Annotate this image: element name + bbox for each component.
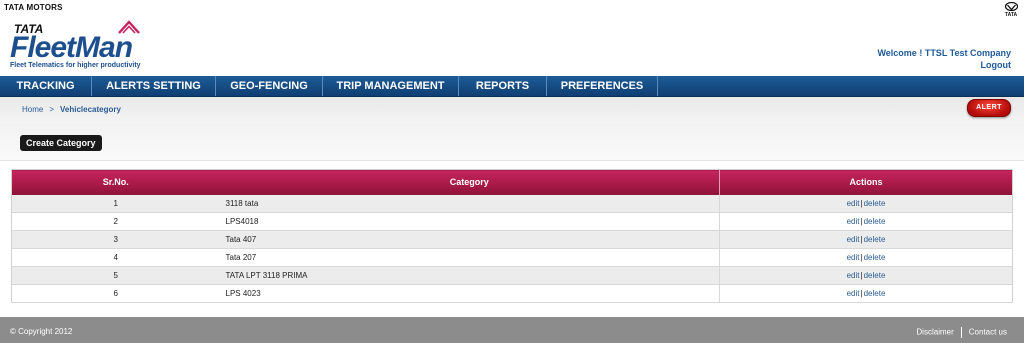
cell-actions: edit|delete	[719, 266, 1013, 285]
cell-category: TATA LPT 3118 PRIMA	[219, 266, 720, 285]
user-welcome: Welcome ! TTSL Test Company Logout	[877, 47, 1011, 71]
logo-fleetman-text: FleetMan	[10, 31, 133, 64]
cell-actions: edit|delete	[719, 230, 1013, 249]
fleetman-logo[interactable]: TATA FleetMan Fleet Telematics for highe…	[8, 20, 148, 72]
breadcrumb-home[interactable]: Home	[22, 105, 43, 114]
tata-emblem-icon	[1004, 2, 1018, 11]
delete-link[interactable]: delete	[864, 271, 886, 280]
cell-category: Tata 207	[219, 248, 720, 267]
cell-srno: 5	[11, 266, 220, 285]
top-header: TATA MOTORS TATA TATA FleetMan Fleet Tel…	[0, 0, 1024, 76]
footer-divider	[960, 327, 962, 338]
cell-category: Tata 407	[219, 230, 720, 249]
main-nav: TRACKING ALERTS SETTING GEO-FENCING TRIP…	[0, 76, 1024, 97]
table-header-row: Sr.No. Category Actions	[11, 169, 1013, 195]
nav-trip-management[interactable]: TRIP MANAGEMENT	[323, 76, 459, 96]
table-row: 5 TATA LPT 3118 PRIMA edit|delete	[11, 266, 1013, 285]
edit-link[interactable]: edit	[847, 217, 860, 226]
table-row: 3 Tata 407 edit|delete	[11, 230, 1013, 249]
category-table-wrap: Sr.No. Category Actions 1 3118 tata edit…	[11, 169, 1013, 303]
nav-reports[interactable]: REPORTS	[459, 76, 547, 96]
tata-corner-label: TATA	[1004, 12, 1018, 18]
cell-category: LPS4018	[219, 212, 720, 231]
col-header-srno: Sr.No.	[11, 169, 220, 195]
col-header-actions: Actions	[719, 169, 1013, 195]
cell-actions: edit|delete	[719, 284, 1013, 303]
cell-category: 3118 tata	[219, 194, 720, 213]
edit-link[interactable]: edit	[847, 235, 860, 244]
cell-actions: edit|delete	[719, 212, 1013, 231]
nav-geo-fencing[interactable]: GEO-FENCING	[216, 76, 323, 96]
edit-link[interactable]: edit	[847, 253, 860, 262]
cell-actions: edit|delete	[719, 194, 1013, 213]
delete-link[interactable]: delete	[864, 217, 886, 226]
logo-man-word: Man	[75, 31, 133, 64]
delete-link[interactable]: delete	[864, 253, 886, 262]
cell-category: LPS 4023	[219, 284, 720, 303]
action-bar: Create Category	[0, 124, 1024, 161]
category-table: Sr.No. Category Actions 1 3118 tata edit…	[11, 169, 1013, 303]
edit-link[interactable]: edit	[847, 199, 860, 208]
cell-srno: 2	[11, 212, 220, 231]
tata-motors-brand: TATA MOTORS	[4, 3, 63, 12]
table-row: 4 Tata 207 edit|delete	[11, 248, 1013, 267]
breadcrumb-current: Vehiclecategory	[60, 105, 121, 114]
create-category-button[interactable]: Create Category	[20, 135, 102, 151]
breadcrumb-bar: Home > Vehiclecategory ALERT	[0, 97, 1024, 124]
welcome-text: Welcome ! TTSL Test Company	[877, 48, 1011, 58]
nav-preferences[interactable]: PREFERENCES	[547, 76, 658, 96]
cell-srno: 1	[11, 194, 220, 213]
cell-srno: 3	[11, 230, 220, 249]
page-footer: © Copyright 2012 Disclaimer Contact us	[0, 317, 1024, 343]
copyright-text: © Copyright 2012	[10, 327, 73, 336]
nav-alerts-setting[interactable]: ALERTS SETTING	[92, 76, 216, 96]
edit-link[interactable]: edit	[847, 289, 860, 298]
breadcrumb-separator: >	[49, 105, 55, 114]
delete-link[interactable]: delete	[864, 235, 886, 244]
logo-fleet-word: Fleet	[10, 31, 76, 64]
disclaimer-link[interactable]: Disclaimer	[916, 328, 953, 337]
alert-button[interactable]: ALERT	[967, 99, 1011, 117]
contact-us-link[interactable]: Contact us	[969, 328, 1007, 337]
table-row: 1 3118 tata edit|delete	[11, 194, 1013, 213]
delete-link[interactable]: delete	[864, 289, 886, 298]
cell-srno: 4	[11, 248, 220, 267]
col-header-category: Category	[219, 169, 720, 195]
table-row: 2 LPS4018 edit|delete	[11, 212, 1013, 231]
table-row: 6 LPS 4023 edit|delete	[11, 284, 1013, 303]
nav-tracking[interactable]: TRACKING	[0, 76, 92, 96]
tata-corner-logo: TATA	[1002, 2, 1020, 18]
cell-srno: 6	[11, 284, 220, 303]
breadcrumb: Home > Vehiclecategory	[22, 105, 121, 114]
delete-link[interactable]: delete	[864, 199, 886, 208]
cell-actions: edit|delete	[719, 248, 1013, 267]
footer-links: Disclaimer Contact us	[916, 327, 1007, 338]
logo-tagline: Fleet Telematics for higher productivity	[10, 62, 141, 69]
edit-link[interactable]: edit	[847, 271, 860, 280]
logout-link[interactable]: Logout	[877, 59, 1012, 71]
